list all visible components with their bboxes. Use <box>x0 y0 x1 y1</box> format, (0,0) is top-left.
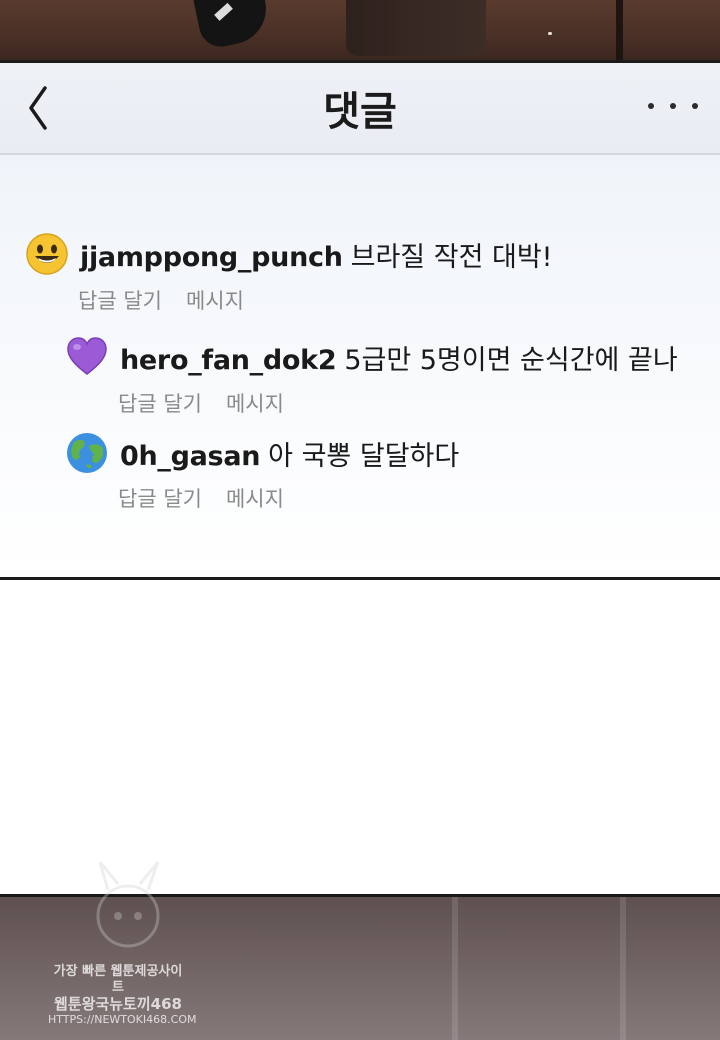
scene-beam <box>620 897 626 1040</box>
reply-button[interactable]: 답글 달기 <box>118 392 202 416</box>
smiley-emoji-icon <box>26 233 68 275</box>
blank-panel <box>0 580 720 896</box>
comment-body: 아 국뽕 달달하다 <box>268 440 460 472</box>
username[interactable]: 0h_gasan <box>120 441 260 472</box>
shoe-illustration <box>193 0 273 51</box>
pole-illustration <box>616 0 623 60</box>
watermark-line: HTTPS://NEWTOKI468.COM <box>48 1013 197 1026</box>
speck <box>548 32 552 35</box>
reply-button[interactable]: 답글 달기 <box>118 487 202 511</box>
watermark-line: 웹툰왕국뉴토끼468 <box>54 995 182 1013</box>
message-button[interactable]: 메시지 <box>186 289 244 313</box>
top-scene-illustration <box>0 0 720 60</box>
watermark-line: 가장 빠른 웹툰제공사이트 <box>53 964 183 995</box>
username[interactable]: jjamppong_punch <box>80 242 343 273</box>
comments-screen: 댓글 jjamppong_punch 브라질 작전 대박! 답글 달기 메시지 he… <box>0 60 720 580</box>
page-title: 댓글 <box>323 89 397 135</box>
reply-button[interactable]: 답글 달기 <box>78 289 162 313</box>
globe-icon <box>67 433 107 473</box>
username[interactable]: hero_fan_dok2 <box>120 345 337 376</box>
box-illustration <box>346 0 486 56</box>
comment-actions: 답글 달기 메시지 <box>78 285 268 315</box>
comment-item: 0h_gasan 아 국뽕 달달하다 <box>66 432 459 474</box>
more-options-button[interactable] <box>648 91 698 121</box>
watermark-mascot-icon <box>96 861 160 948</box>
comment-actions: 답글 달기 메시지 <box>118 388 308 418</box>
dot-icon <box>692 103 698 109</box>
comment-item: jjamppong_punch 브라질 작전 대박! <box>26 233 553 275</box>
watermark: 가장 빠른 웹툰제공사이트 웹툰왕국뉴토끼468 HTTPS://NEWTOKI… <box>48 964 197 1028</box>
comment-item: hero_fan_dok2 5급만 5명이면 순식간에 끝나 <box>66 336 678 378</box>
comment-text: 0h_gasan 아 국뽕 달달하다 <box>120 434 459 473</box>
scene-beam <box>452 897 458 1040</box>
comments-header: 댓글 <box>0 63 720 155</box>
message-button[interactable]: 메시지 <box>226 392 284 416</box>
comment-text: jjamppong_punch 브라질 작전 대박! <box>80 235 553 274</box>
comment-body: 브라질 작전 대박! <box>350 241 553 273</box>
comment-text: hero_fan_dok2 5급만 5명이면 순식간에 끝나 <box>120 338 678 377</box>
message-button[interactable]: 메시지 <box>226 487 284 511</box>
dot-icon <box>648 103 654 109</box>
comment-body: 5급만 5명이면 순식간에 끝나 <box>344 344 678 376</box>
purple-heart-icon <box>67 337 107 375</box>
dot-icon <box>670 103 676 109</box>
comment-actions: 답글 달기 메시지 <box>118 483 308 513</box>
